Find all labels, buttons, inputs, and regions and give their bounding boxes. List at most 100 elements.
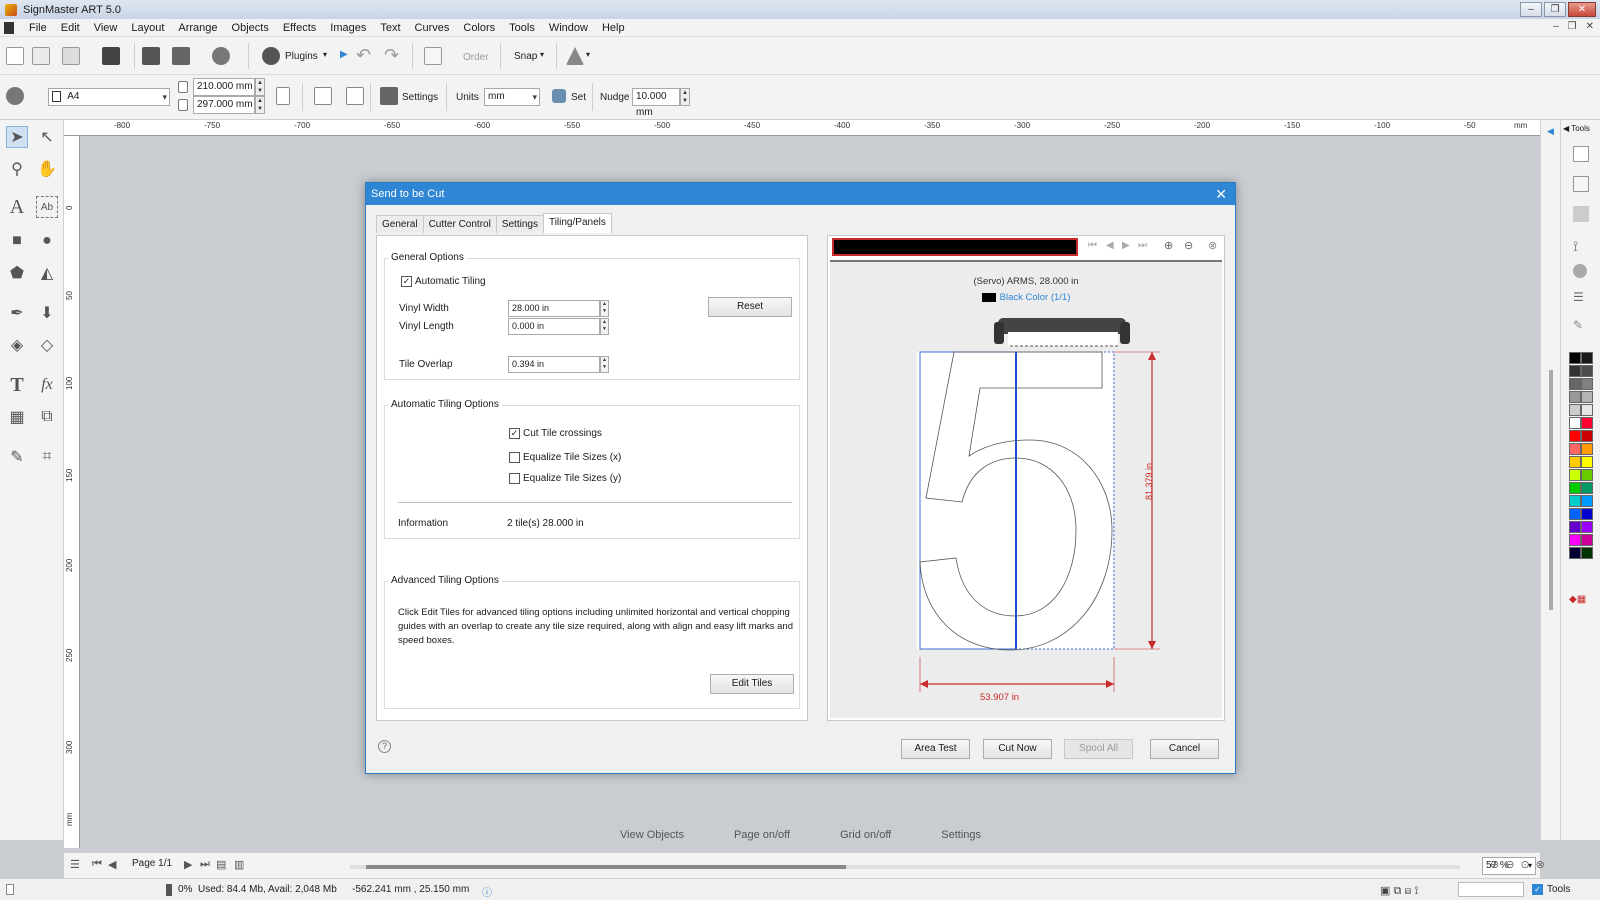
status-tool-icons[interactable]: ▣ ⧉ ⧈ ⟟ [1380, 884, 1419, 898]
view-objects-link[interactable]: View Objects [620, 829, 684, 841]
color-swatch[interactable] [1569, 482, 1581, 494]
docker-node-icon[interactable] [1573, 176, 1589, 192]
import-icon[interactable] [62, 47, 80, 65]
preview-zoom-out-icon[interactable]: ⊖ [1184, 239, 1193, 252]
last-page-icon[interactable]: ⏭ [200, 858, 210, 871]
color-swatch[interactable] [1569, 391, 1581, 403]
next-page-icon[interactable]: ▶ [184, 858, 192, 871]
polygon-tool-icon[interactable]: ⬟ [6, 262, 28, 284]
tab-settings[interactable]: Settings [495, 215, 544, 233]
new-file-icon[interactable] [6, 47, 24, 65]
equalize-y-checkbox[interactable] [509, 473, 520, 484]
status-input[interactable] [1458, 882, 1524, 897]
color-swatch[interactable] [1581, 456, 1593, 468]
zoom-tool-icon[interactable]: ⚲ [6, 158, 28, 180]
menu-arrange[interactable]: Arrange [171, 22, 224, 34]
reset-button[interactable]: Reset [708, 297, 792, 317]
docker-collapse-icon[interactable]: ◀ [1547, 126, 1554, 137]
tab-general[interactable]: General [376, 215, 424, 233]
order-label[interactable]: Order [463, 52, 489, 63]
measure-tool-icon[interactable]: ✎ [6, 446, 28, 468]
menu-help[interactable]: Help [595, 22, 632, 34]
menu-window[interactable]: Window [542, 22, 595, 34]
automatic-tiling-checkbox[interactable]: ✓ [401, 276, 412, 287]
color-swatch[interactable] [1581, 430, 1593, 442]
menu-objects[interactable]: Objects [225, 22, 276, 34]
page-settings-icon[interactable]: ▥ [234, 858, 244, 871]
menu-colors[interactable]: Colors [456, 22, 502, 34]
zoom-fit-icon[interactable]: ⊙ [1520, 858, 1529, 871]
docker-pen-icon[interactable]: ✎ [1573, 318, 1583, 332]
page-size-select[interactable]: A4 ▾ [48, 88, 170, 106]
maximize-button[interactable]: ❐ [1544, 2, 1566, 17]
cut-tile-crossings-checkbox[interactable]: ✓ [509, 428, 520, 439]
color-swatch[interactable] [1581, 521, 1593, 533]
weed-dropdown-icon[interactable]: ▾ [586, 50, 590, 59]
document-icon[interactable] [4, 21, 14, 34]
text-effects-tool-icon[interactable]: T [6, 374, 28, 396]
tile-overlap-stepper[interactable]: ▲ ▼ [600, 356, 609, 373]
add-page-icon[interactable]: ▤ [216, 858, 226, 871]
nudge-field[interactable]: 10.000 mm [632, 88, 680, 118]
color-swatch[interactable] [1581, 378, 1593, 390]
menu-text[interactable]: Text [373, 22, 407, 34]
color-swatch[interactable] [1581, 482, 1593, 494]
color-swatch[interactable] [1569, 443, 1581, 455]
color-swatch[interactable] [1569, 417, 1581, 429]
nudge-stepper[interactable]: ▲ ▼ [680, 88, 690, 106]
color-swatch[interactable] [1581, 508, 1593, 520]
page-width-field[interactable]: 210.000 mm [193, 78, 255, 96]
image-tool-icon[interactable]: ▦ [6, 406, 28, 428]
menu-effects[interactable]: Effects [276, 22, 323, 34]
vinyl-length-stepper[interactable]: ▲ ▼ [600, 318, 609, 335]
pen-tool-icon[interactable]: ✒ [6, 302, 28, 324]
gradient-tool-icon[interactable]: ◇ [36, 334, 58, 356]
edit-tiles-button[interactable]: Edit Tiles [710, 674, 794, 694]
preview-first-icon[interactable]: ⏮ [1088, 240, 1097, 251]
plugins-dropdown-icon[interactable]: ▾ [323, 50, 327, 59]
text-tool-icon[interactable]: A [6, 196, 28, 218]
color-swatch[interactable] [1581, 417, 1593, 429]
dialog-close-icon[interactable]: ✕ [1215, 183, 1227, 205]
color-swatch[interactable] [1581, 469, 1593, 481]
settings-link[interactable]: Settings [941, 829, 981, 841]
help-icon[interactable]: ? [378, 740, 391, 753]
color-swatch[interactable] [1569, 352, 1581, 364]
plugins-icon[interactable] [262, 47, 280, 65]
order-icon[interactable] [424, 47, 442, 65]
page-width-stepper[interactable]: ▲ ▼ [255, 78, 265, 96]
close-window-button[interactable]: ✕ [1568, 2, 1596, 17]
color-selector-bar[interactable] [832, 238, 1078, 256]
color-swatch[interactable] [1581, 534, 1593, 546]
units-select[interactable]: mm ▾ [484, 88, 540, 106]
settings-label[interactable]: Settings [402, 92, 438, 103]
area-test-button[interactable]: Area Test [901, 739, 970, 759]
equalize-x-checkbox[interactable] [509, 452, 520, 463]
knife-tool-icon[interactable]: ⬇ [36, 302, 58, 324]
menu-curves[interactable]: Curves [408, 22, 457, 34]
prev-page-icon[interactable]: ◀ [108, 858, 116, 871]
fx-tool-icon[interactable]: fx [36, 374, 58, 396]
crop-tool-icon[interactable]: ⌗ [36, 446, 58, 468]
open-file-icon[interactable] [32, 47, 50, 65]
set-icon[interactable] [552, 89, 566, 103]
rectangle-tool-icon[interactable]: ■ [6, 230, 28, 252]
docker-align-icon[interactable]: ☰ [1573, 290, 1584, 304]
docker-blank-icon[interactable] [1573, 146, 1589, 162]
horizontal-scrollbar[interactable] [350, 865, 1460, 869]
text-box-tool-icon[interactable]: Ab [36, 196, 58, 218]
mdi-close-icon[interactable]: ✕ [1586, 21, 1594, 32]
page-height-stepper[interactable]: ▲ ▼ [255, 96, 265, 114]
zoom-all-icon[interactable]: ⊗ [1536, 858, 1545, 871]
color-swatch[interactable] [1569, 547, 1581, 559]
color-swatch[interactable] [1569, 469, 1581, 481]
mdi-minimize-icon[interactable]: – [1553, 21, 1559, 32]
select-tool-icon[interactable]: ➤ [6, 126, 28, 148]
grid-onoff-link[interactable]: Grid on/off [840, 829, 891, 841]
mdi-restore-icon[interactable]: ❐ [1568, 21, 1577, 32]
snap-dropdown-icon[interactable]: ▾ [540, 50, 544, 59]
first-page-icon[interactable]: ⏮ [92, 858, 102, 871]
color-swatch[interactable] [1569, 508, 1581, 520]
weld-tool-icon[interactable]: ⧉ [36, 406, 58, 428]
preview-prev-icon[interactable]: ◀ [1106, 240, 1114, 251]
